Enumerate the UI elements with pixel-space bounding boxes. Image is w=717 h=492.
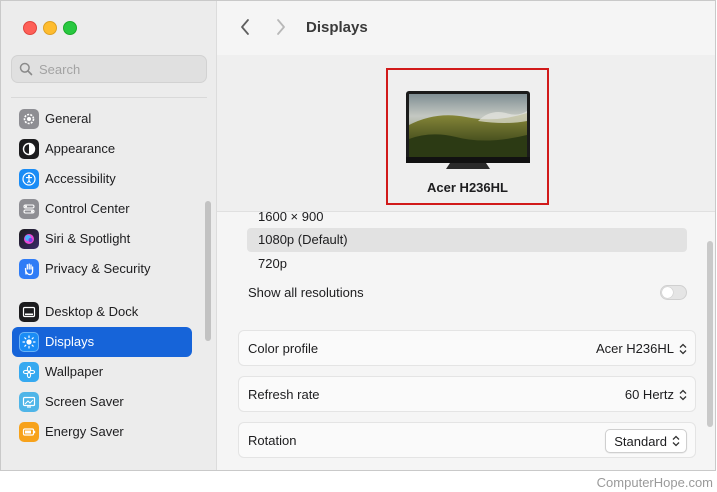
settings-window: Search General Appearance Accessibility [0, 0, 716, 471]
gear-icon [19, 109, 39, 129]
rotation-value: Standard [614, 433, 667, 449]
accessibility-icon [19, 169, 39, 189]
sidebar-item-general[interactable]: General [12, 104, 192, 134]
main-scrollbar[interactable] [707, 241, 713, 427]
screen-saver-icon [19, 392, 39, 412]
resolution-option-selected[interactable]: 1080p (Default) [247, 228, 687, 252]
search-input[interactable]: Search [11, 55, 207, 83]
show-all-resolutions-label: Show all resolutions [248, 285, 364, 300]
resolution-label: 1080p (Default) [258, 232, 348, 247]
color-profile-label: Color profile [248, 341, 319, 356]
sidebar-item-screen-saver[interactable]: Screen Saver [12, 387, 192, 417]
forward-chevron-icon[interactable] [275, 18, 287, 36]
sidebar-item-wallpaper[interactable]: Wallpaper [12, 357, 192, 387]
sidebar-item-siri-spotlight[interactable]: Siri & Spotlight [12, 224, 192, 254]
siri-icon [19, 229, 39, 249]
sidebar-item-label: Screen Saver [45, 394, 124, 409]
refresh-rate-value: 60 Hertz [624, 387, 674, 402]
page-title: Displays [306, 19, 368, 36]
monitor-image [406, 91, 530, 169]
sidebar-item-label: Appearance [45, 141, 116, 156]
flower-icon [19, 362, 39, 382]
sidebar-item-control-center[interactable]: Control Center [12, 194, 192, 224]
sidebar-item-label: Displays [45, 334, 95, 349]
main-pane: Displays Acer H236HL 1600 × 900 1080p (D… [217, 1, 715, 470]
refresh-rate-row: Refresh rate 60 Hertz [238, 376, 696, 412]
sidebar-scrollbar[interactable] [205, 201, 211, 341]
search-placeholder: Search [39, 62, 81, 77]
rotation-label: Rotation [248, 433, 297, 448]
sidebar-divider [11, 97, 207, 98]
toggle-knob [662, 287, 673, 298]
color-profile-value: Acer H236HL [595, 341, 674, 356]
up-down-chevron-icon [679, 343, 687, 354]
minimize-window-button[interactable] [43, 21, 57, 35]
sidebar-item-label: Accessibility [45, 171, 116, 186]
resolution-label: 720p [258, 256, 287, 271]
sidebar-item-label: Control Center [45, 201, 130, 216]
refresh-rate-label: Refresh rate [248, 387, 320, 402]
resolution-label: 1600 × 900 [258, 209, 324, 224]
watermark: ComputerHope.com [596, 475, 713, 490]
sidebar-item-accessibility[interactable]: Accessibility [12, 164, 192, 194]
sidebar-item-label: Privacy & Security [45, 261, 151, 276]
sidebar-item-label: General [45, 111, 92, 126]
up-down-chevron-icon [672, 435, 680, 447]
resolution-option[interactable]: 1600 × 900 [247, 205, 687, 229]
settings-content: 1600 × 900 1080p (Default) 720p Show all… [217, 209, 715, 470]
display-selection-highlight[interactable]: Acer H236HL [386, 68, 549, 205]
sidebar-item-energy-saver[interactable]: Energy Saver [12, 417, 192, 447]
toolbar: Displays [217, 1, 715, 55]
display-arrangement-area: Acer H236HL [217, 55, 715, 212]
sidebar-item-label: Energy Saver [45, 424, 124, 439]
sun-icon [19, 332, 39, 352]
sidebar-item-label: Siri & Spotlight [45, 231, 131, 246]
hand-icon [19, 259, 39, 279]
close-window-button[interactable] [23, 21, 37, 35]
back-chevron-icon[interactable] [239, 18, 251, 36]
sidebar: Search General Appearance Accessibility [1, 1, 217, 470]
rotation-row: Rotation Standard [238, 422, 696, 458]
resolution-option[interactable]: 720p [247, 252, 687, 276]
show-all-resolutions-toggle[interactable] [660, 285, 687, 300]
search-icon [19, 62, 33, 76]
sidebar-item-appearance[interactable]: Appearance [12, 134, 192, 164]
appearance-icon [19, 139, 39, 159]
battery-icon [19, 422, 39, 442]
color-profile-popup[interactable]: Acer H236HL [596, 339, 687, 358]
sidebar-item-privacy-security[interactable]: Privacy & Security [12, 254, 192, 284]
sidebar-item-label: Wallpaper [45, 364, 104, 379]
color-profile-row: Color profile Acer H236HL [238, 330, 696, 366]
control-center-icon [19, 199, 39, 219]
up-down-chevron-icon [679, 389, 687, 400]
monitor-name: Acer H236HL [427, 180, 508, 195]
dock-icon [19, 302, 39, 322]
sidebar-item-displays[interactable]: Displays [12, 327, 192, 357]
rotation-popup[interactable]: Standard [605, 429, 687, 453]
sidebar-item-label: Desktop & Dock [45, 304, 139, 319]
sidebar-item-desktop-dock[interactable]: Desktop & Dock [12, 297, 192, 327]
zoom-window-button[interactable] [63, 21, 77, 35]
refresh-rate-popup[interactable]: 60 Hertz [625, 385, 687, 404]
